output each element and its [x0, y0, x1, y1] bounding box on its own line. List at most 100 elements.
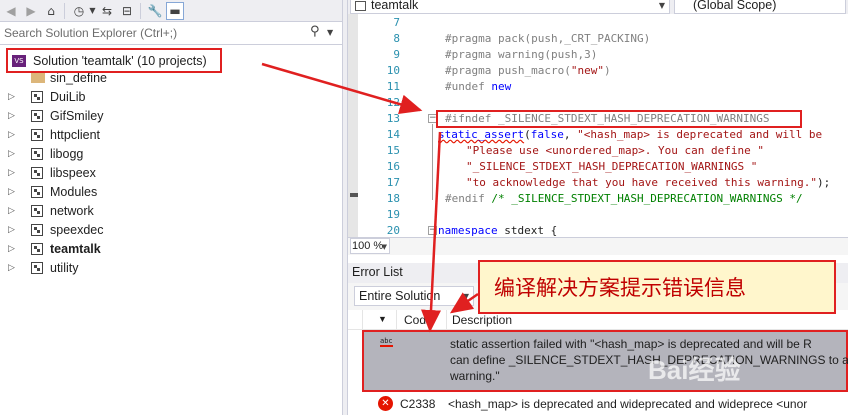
zoom-level: 100 % — [352, 240, 384, 252]
expand-arrow-icon[interactable]: ▷ — [8, 111, 15, 121]
code-line-15: "Please use <unordered_map>. You can def… — [466, 144, 765, 157]
collapse-all-icon[interactable]: ⊟ — [118, 2, 136, 20]
annotation-callout: 编译解决方案提示错误信息 — [478, 260, 836, 314]
code-line-9: #pragma warning(push,3) — [445, 48, 598, 61]
expand-arrow-icon[interactable]: ▷ — [8, 187, 15, 197]
tree-item-label: httpclient — [50, 128, 101, 142]
code-token: #undef — [445, 80, 492, 93]
line-number: 10 — [386, 64, 400, 77]
tree-item-libspeex[interactable]: ▷ libspeex — [0, 164, 342, 183]
zoom-combo[interactable]: 100 % ▼ — [350, 238, 390, 254]
line-number: 20 — [386, 224, 400, 237]
solution-icon: VS — [12, 55, 26, 67]
code-line-17: "to acknowledge that you have received t… — [466, 176, 830, 189]
tree-item-libogg[interactable]: ▷ libogg — [0, 145, 342, 164]
code-token: stdext { — [497, 224, 558, 237]
chevron-down-icon: ▼ — [381, 243, 387, 251]
code-token-comment: /* _SILENCE_STDEXT_HASH_DEPRECATION_WARN… — [491, 192, 803, 205]
error-description-line: static assertion failed with "<hash_map>… — [450, 337, 812, 351]
tree-item-modules[interactable]: ▷ Modules — [0, 183, 342, 202]
code-line-18: #endif /* _SILENCE_STDEXT_HASH_DEPRECATI… — [445, 192, 803, 205]
line-number: 14 — [386, 128, 400, 141]
code-token: ( — [524, 128, 531, 141]
tree-item-label: Modules — [50, 185, 98, 199]
code-token: ); — [817, 176, 831, 189]
error-row-selected[interactable]: abc static assertion failed with "<hash_… — [362, 330, 848, 392]
scope-dropdown[interactable]: Entire Solution ▼ — [354, 286, 474, 306]
history-dropdown-icon[interactable]: ▼ — [88, 2, 97, 20]
tree-item-utility[interactable]: ▷ utility — [0, 259, 342, 278]
code-token: #pragma push_macro( — [445, 64, 571, 77]
code-token-keyword: new — [491, 80, 512, 93]
chevron-down-icon: ▼ — [462, 292, 469, 301]
expand-arrow-icon[interactable]: ▷ — [8, 225, 15, 235]
expand-arrow-icon[interactable]: ▷ — [8, 244, 15, 254]
expand-arrow-icon[interactable]: ▷ — [8, 92, 15, 102]
tree-item-speexdec[interactable]: ▷ speexdec — [0, 221, 342, 240]
line-number: 9 — [393, 48, 400, 61]
home-icon[interactable]: ⌂ — [42, 2, 60, 20]
project-icon — [31, 262, 43, 274]
code-line-11: #undef new — [445, 80, 511, 93]
expand-arrow-icon[interactable]: ▷ — [8, 149, 15, 159]
column-divider — [446, 310, 447, 330]
editor-status-bar: 100 % ▼ — [348, 237, 848, 255]
tree-item-gifsmiley[interactable]: ▷ GifSmiley — [0, 107, 342, 126]
project-icon — [31, 243, 43, 255]
error-list-title: Error List — [352, 265, 403, 279]
column-header-description[interactable]: Description — [452, 313, 512, 327]
expand-arrow-icon[interactable]: ▷ — [8, 206, 15, 216]
tree-item-label: teamtalk — [50, 242, 101, 256]
tree-item-teamtalk[interactable]: ▷ teamtalk — [0, 240, 342, 259]
expand-arrow-icon[interactable]: ▷ — [8, 168, 15, 178]
collapse-toggle-icon[interactable]: − — [428, 226, 437, 235]
properties-wrench-icon[interactable]: 🔧 — [146, 2, 164, 20]
search-box[interactable]: Search Solution Explorer (Ctrl+;) ⚲ ▼ — [0, 22, 342, 45]
code-line-16: "_SILENCE_STDEXT_HASH_DEPRECATION_WARNIN… — [466, 160, 758, 173]
tree-item-duilib[interactable]: ▷ DuiLib — [0, 88, 342, 107]
spelling-icon: abc — [380, 337, 393, 347]
error-row[interactable]: ✕ C2338 <hash_map> is deprecated and wid… — [362, 394, 848, 415]
column-header-code[interactable]: Code — [404, 313, 433, 327]
filter-icon[interactable]: ▼ — [378, 314, 387, 324]
back-icon[interactable]: ◀ — [2, 2, 20, 20]
solution-explorer-toolbar: ◀ ▶ ⌂ ◷ ▼ ⇆ ⊟ 🔧 ▬ — [0, 0, 342, 22]
error-description-line: warning." — [450, 369, 500, 383]
column-divider — [362, 310, 363, 330]
tree-item-network[interactable]: ▷ network — [0, 202, 342, 221]
forward-icon[interactable]: ▶ — [22, 2, 40, 20]
history-icon[interactable]: ◷ — [70, 2, 88, 20]
tree-item-label: utility — [50, 261, 79, 275]
code-line-8: #pragma pack(push,_CRT_PACKING) — [445, 32, 651, 45]
solution-node[interactable]: VS Solution 'teamtalk' (10 projects) — [6, 48, 222, 73]
error-icon: ✕ — [378, 396, 393, 411]
expand-arrow-icon[interactable]: ▷ — [8, 263, 15, 273]
project-icon — [31, 167, 43, 179]
tree-item-httpclient[interactable]: ▷ httpclient — [0, 126, 342, 145]
search-input[interactable]: Search Solution Explorer (Ctrl+;) — [4, 26, 177, 40]
tree-item-label: network — [50, 204, 94, 218]
project-icon — [31, 224, 43, 236]
code-token-keyword: false — [530, 128, 564, 141]
watermark: Bai经验 — [648, 355, 741, 385]
expand-arrow-icon[interactable]: ▷ — [8, 130, 15, 140]
code-token-string: "new" — [570, 64, 604, 77]
project-icon — [31, 91, 43, 103]
line-number: 12 — [386, 96, 400, 109]
line-number: 18 — [386, 192, 400, 205]
search-options-dropdown-icon[interactable]: ▼ — [327, 28, 333, 37]
sync-icon[interactable]: ⇆ — [98, 2, 116, 20]
column-divider — [396, 310, 397, 330]
project-combo[interactable]: teamtalk ▼ — [350, 0, 670, 14]
project-icon — [31, 110, 43, 122]
callout-text: 编译解决方案提示错误信息 — [494, 276, 746, 300]
preview-selected-icon[interactable]: ▬ — [166, 2, 184, 20]
code-line-10: #pragma push_macro("new") — [445, 64, 611, 77]
search-icon[interactable]: ⚲ — [310, 24, 320, 39]
solution-label: Solution 'teamtalk' (10 projects) — [33, 54, 207, 68]
project-icon — [355, 1, 366, 11]
tree-item-label: libspeex — [50, 166, 96, 180]
scope-combo[interactable]: (Global Scope) — [674, 0, 846, 14]
highlight-box-ifndef — [436, 110, 802, 128]
line-number: 15 — [386, 144, 400, 157]
